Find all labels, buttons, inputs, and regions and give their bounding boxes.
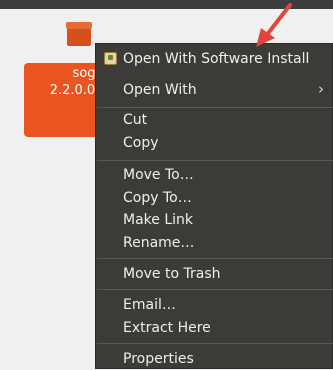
annotation-arrow: [256, 3, 292, 47]
